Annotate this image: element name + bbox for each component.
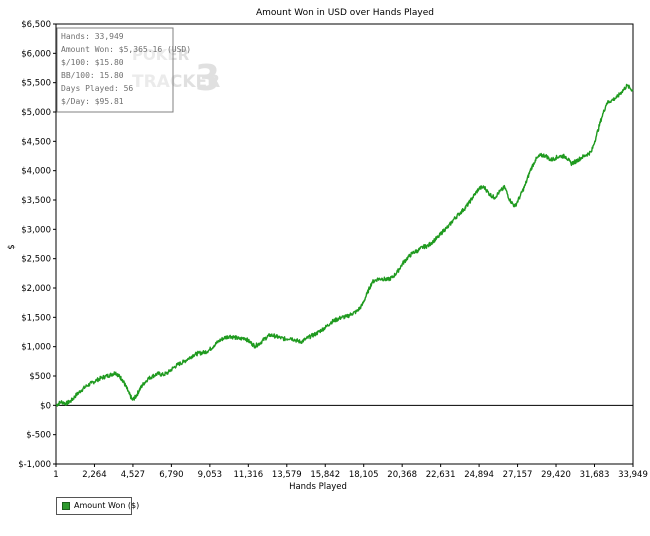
x-tick-label: 2,264 — [82, 470, 106, 480]
x-tick-label: 22,631 — [426, 470, 456, 480]
y-tick-label: $1,500 — [21, 313, 51, 323]
stats-box: Hands: 33,949 Amount Won: $5,365.16 (USD… — [56, 27, 191, 113]
legend-swatch — [62, 502, 70, 510]
y-tick-label: $5,500 — [21, 79, 51, 89]
chart: Amount Won in USD over Hands Played $-1,… — [0, 0, 650, 532]
watermark-digit: 3 — [195, 58, 220, 99]
y-tick-label: $5,000 — [21, 108, 51, 118]
x-tick-label: 6,790 — [159, 470, 183, 480]
y-tick-label: $500 — [29, 372, 51, 382]
x-tick-label: 18,105 — [349, 470, 379, 480]
stats-per-100: $/100: $15.80 — [61, 58, 124, 67]
chart-canvas: Amount Won in USD over Hands Played $-1,… — [7, 8, 648, 492]
y-tick-label: $4,000 — [21, 167, 51, 177]
chart-title: Amount Won in USD over Hands Played — [256, 8, 434, 18]
stats-per-day: $/Day: $95.81 — [61, 97, 124, 106]
x-tick-label: 11,316 — [233, 470, 263, 480]
x-tick-label: 9,053 — [198, 470, 222, 480]
x-tick-label: 33,949 — [618, 470, 648, 480]
y-tick-label: $3,500 — [21, 196, 51, 206]
y-tick-label: $6,500 — [21, 20, 51, 30]
y-tick-label: $-500 — [26, 431, 51, 441]
stats-days-played: Days Played: 56 — [61, 84, 133, 93]
y-tick-label: $0 — [40, 401, 51, 411]
x-axis-label: Hands Played — [289, 482, 347, 492]
x-tick-label: 15,842 — [310, 470, 340, 480]
y-axis-label: $ — [7, 244, 17, 249]
legend: Amount Won ($) — [56, 497, 139, 515]
x-tick-label: 31,683 — [580, 470, 610, 480]
stats-amount-won: Amount Won: $5,365.16 (USD) — [61, 45, 191, 54]
x-tick-label: 1 — [53, 470, 58, 480]
y-tick-label: $-1,000 — [18, 460, 51, 470]
x-tick-label: 13,579 — [272, 470, 302, 480]
x-tick-label: 29,420 — [541, 470, 571, 480]
legend-label: Amount Won ($) — [74, 501, 140, 510]
y-tick-label: $2,500 — [21, 255, 51, 265]
x-tick-label: 27,157 — [503, 470, 533, 480]
stats-bb-per-100: BB/100: 15.80 — [61, 71, 124, 80]
stats-hands: Hands: 33,949 — [61, 32, 124, 41]
y-tick-label: $6,000 — [21, 49, 51, 59]
x-tick-label: 24,894 — [464, 470, 494, 480]
x-tick-label: 4,527 — [121, 470, 145, 480]
y-tick-label: $1,000 — [21, 343, 51, 353]
x-tick-label: 20,368 — [387, 470, 417, 480]
y-tick-label: $2,000 — [21, 284, 51, 294]
y-tick-label: $4,500 — [21, 137, 51, 147]
y-tick-label: $3,000 — [21, 225, 51, 235]
